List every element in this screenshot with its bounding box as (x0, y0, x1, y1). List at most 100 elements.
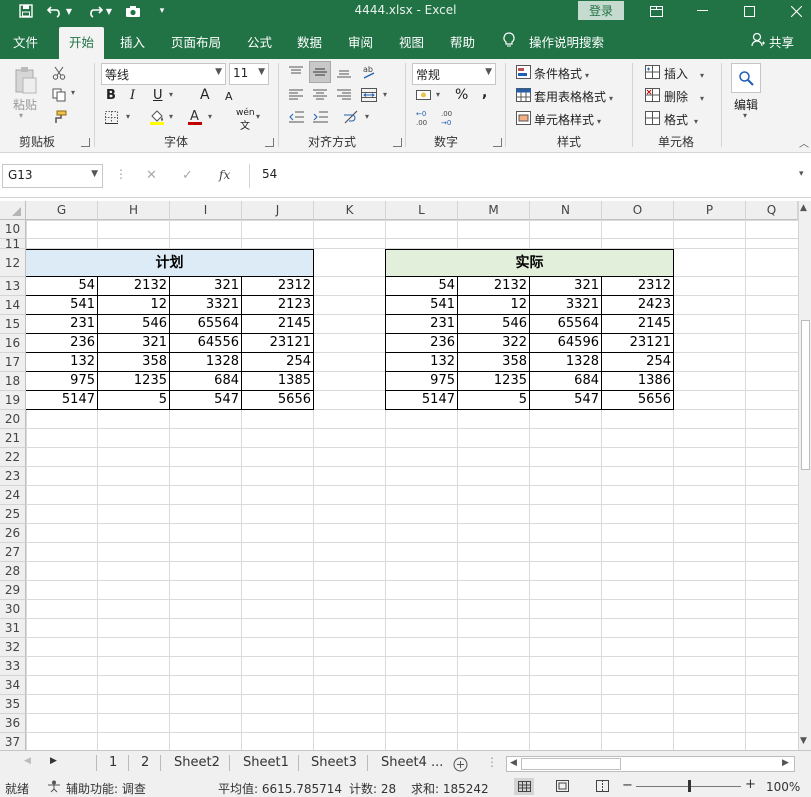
row-header[interactable]: 16 (0, 334, 26, 353)
column-header[interactable]: O (602, 201, 674, 220)
accounting-format-icon[interactable] (414, 86, 434, 104)
column-header[interactable]: J (242, 201, 314, 220)
percent-button[interactable]: % (455, 87, 468, 103)
actual-table-cell[interactable]: 2312 (601, 276, 674, 296)
sheet-tab[interactable]: 2 (141, 755, 149, 770)
actual-table-cell[interactable]: 684 (529, 371, 602, 391)
share-button[interactable]: 共享 (769, 32, 794, 51)
align-top-icon[interactable] (286, 63, 306, 81)
sheet-tab[interactable]: Sheet2 (174, 755, 220, 770)
align-center-icon[interactable] (310, 86, 330, 104)
actual-table-cell[interactable]: 64596 (529, 333, 602, 353)
align-right-icon[interactable] (334, 86, 354, 104)
plan-table-cell[interactable]: 2132 (97, 276, 170, 296)
plan-table-cell[interactable]: 65564 (169, 314, 242, 334)
tab-split-grip-icon[interactable]: ⋮ (486, 755, 498, 769)
row-header[interactable]: 26 (0, 524, 26, 543)
column-header[interactable]: K (314, 201, 386, 220)
plan-table-cell[interactable]: 684 (169, 371, 242, 391)
underline-button[interactable]: U (153, 88, 163, 103)
row-header[interactable]: 20 (0, 410, 26, 429)
sheet-tab[interactable]: 1 (109, 755, 117, 770)
sheet-tab[interactable]: Sheet4 ... (381, 755, 443, 770)
worksheet-grid[interactable]: 计划 54 2132 321 2312 541 12 3321 2123 231 546 65564 2… (26, 220, 798, 750)
collapse-ribbon-icon[interactable]: ︿ (799, 135, 809, 150)
format-painter-icon[interactable] (49, 108, 69, 126)
page-layout-view-icon[interactable] (556, 780, 569, 795)
font-color-icon[interactable]: A (186, 107, 204, 127)
horizontal-scroll-thumb[interactable] (521, 758, 621, 770)
actual-table-cell[interactable]: 358 (457, 352, 530, 372)
accounting-dropdown-icon[interactable]: ▾ (436, 90, 440, 99)
select-all-corner[interactable] (0, 201, 26, 220)
plan-table-cell[interactable]: 132 (26, 352, 98, 372)
row-header[interactable]: 30 (0, 600, 26, 619)
row-header[interactable]: 14 (0, 296, 26, 315)
actual-table-cell[interactable]: 254 (601, 352, 674, 372)
row-header[interactable]: 28 (0, 562, 26, 581)
actual-table-cell[interactable]: 321 (529, 276, 602, 296)
shrink-font-button[interactable]: A (225, 90, 233, 103)
plan-table-cell[interactable]: 254 (241, 352, 314, 372)
paste-dropdown-icon[interactable]: ▾ (19, 111, 23, 120)
decrease-decimal-icon[interactable]: .00 →0 (439, 108, 459, 128)
row-header[interactable]: 36 (0, 714, 26, 733)
row-header[interactable]: 29 (0, 581, 26, 600)
font-size-combo[interactable]: 11 ▼ (229, 63, 269, 85)
row-header[interactable]: 19 (0, 391, 26, 410)
actual-table-header[interactable]: 实际 (385, 249, 674, 277)
borders-dropdown-icon[interactable]: ▾ (126, 112, 130, 121)
align-bottom-icon[interactable] (334, 63, 354, 81)
vertical-scroll-thumb[interactable] (801, 320, 810, 470)
row-header[interactable]: 24 (0, 486, 26, 505)
vertical-scrollbar[interactable]: ▲ ▼ (798, 201, 811, 750)
plan-table-cell[interactable]: 236 (26, 333, 98, 353)
zoom-in-icon[interactable]: + (745, 777, 756, 792)
row-header[interactable]: 21 (0, 429, 26, 448)
merge-dropdown-icon[interactable]: ▾ (383, 90, 387, 99)
column-header[interactable]: P (674, 201, 746, 220)
actual-table-cell[interactable]: 23121 (601, 333, 674, 353)
borders-icon[interactable] (102, 109, 120, 125)
sheet-tab[interactable]: Sheet3 (311, 755, 357, 770)
font-name-combo[interactable]: 等线 ▼ (101, 63, 226, 85)
plan-table-cell[interactable]: 5147 (26, 390, 98, 410)
column-header[interactable]: G (26, 201, 98, 220)
paste-icon[interactable] (12, 65, 40, 95)
status-count[interactable]: 计数: 28 (349, 780, 396, 797)
plan-table-cell[interactable]: 2123 (241, 295, 314, 315)
name-box[interactable]: G13 ▼ (2, 164, 103, 188)
zoom-level[interactable]: 100% (766, 780, 800, 794)
comma-button[interactable]: , (482, 85, 487, 101)
plan-table-cell[interactable]: 1328 (169, 352, 242, 372)
plan-table-cell[interactable]: 547 (169, 390, 242, 410)
prev-sheet-icon[interactable]: ◀ (24, 756, 31, 766)
plan-table-cell[interactable]: 2145 (241, 314, 314, 334)
wrap-dropdown-icon[interactable]: ▾ (365, 112, 369, 121)
row-header[interactable]: 34 (0, 676, 26, 695)
actual-table-cell[interactable]: 54 (385, 276, 458, 296)
normal-view-icon[interactable] (514, 778, 534, 795)
add-sheet-icon[interactable] (451, 755, 469, 773)
orientation-icon[interactable]: ab (359, 62, 379, 82)
insert-function-icon[interactable]: fx (219, 168, 230, 182)
row-header[interactable]: 18 (0, 372, 26, 391)
plan-table-cell[interactable]: 358 (97, 352, 170, 372)
actual-table-cell[interactable]: 3321 (529, 295, 602, 315)
accessibility-status[interactable]: 辅助功能: 调查 (66, 780, 146, 797)
next-sheet-icon[interactable]: ▶ (50, 756, 57, 766)
format-cells-button[interactable]: 格式 ▾ (664, 111, 698, 128)
plan-table-cell[interactable]: 64556 (169, 333, 242, 353)
fill-dropdown-icon[interactable]: ▾ (169, 112, 173, 121)
fill-color-icon[interactable] (148, 108, 166, 126)
row-header[interactable]: 27 (0, 543, 26, 562)
actual-table-cell[interactable]: 12 (457, 295, 530, 315)
actual-table-cell[interactable]: 322 (457, 333, 530, 353)
format-as-table-button[interactable]: 套用表格格式 ▾ (534, 88, 613, 105)
plan-table-cell[interactable]: 12 (97, 295, 170, 315)
cancel-icon[interactable]: ✕ (146, 168, 157, 183)
minimize-icon[interactable] (692, 2, 712, 20)
merge-center-icon[interactable] (359, 85, 379, 105)
plan-table-cell[interactable]: 1235 (97, 371, 170, 391)
scroll-up-icon[interactable]: ▲ (800, 203, 807, 213)
